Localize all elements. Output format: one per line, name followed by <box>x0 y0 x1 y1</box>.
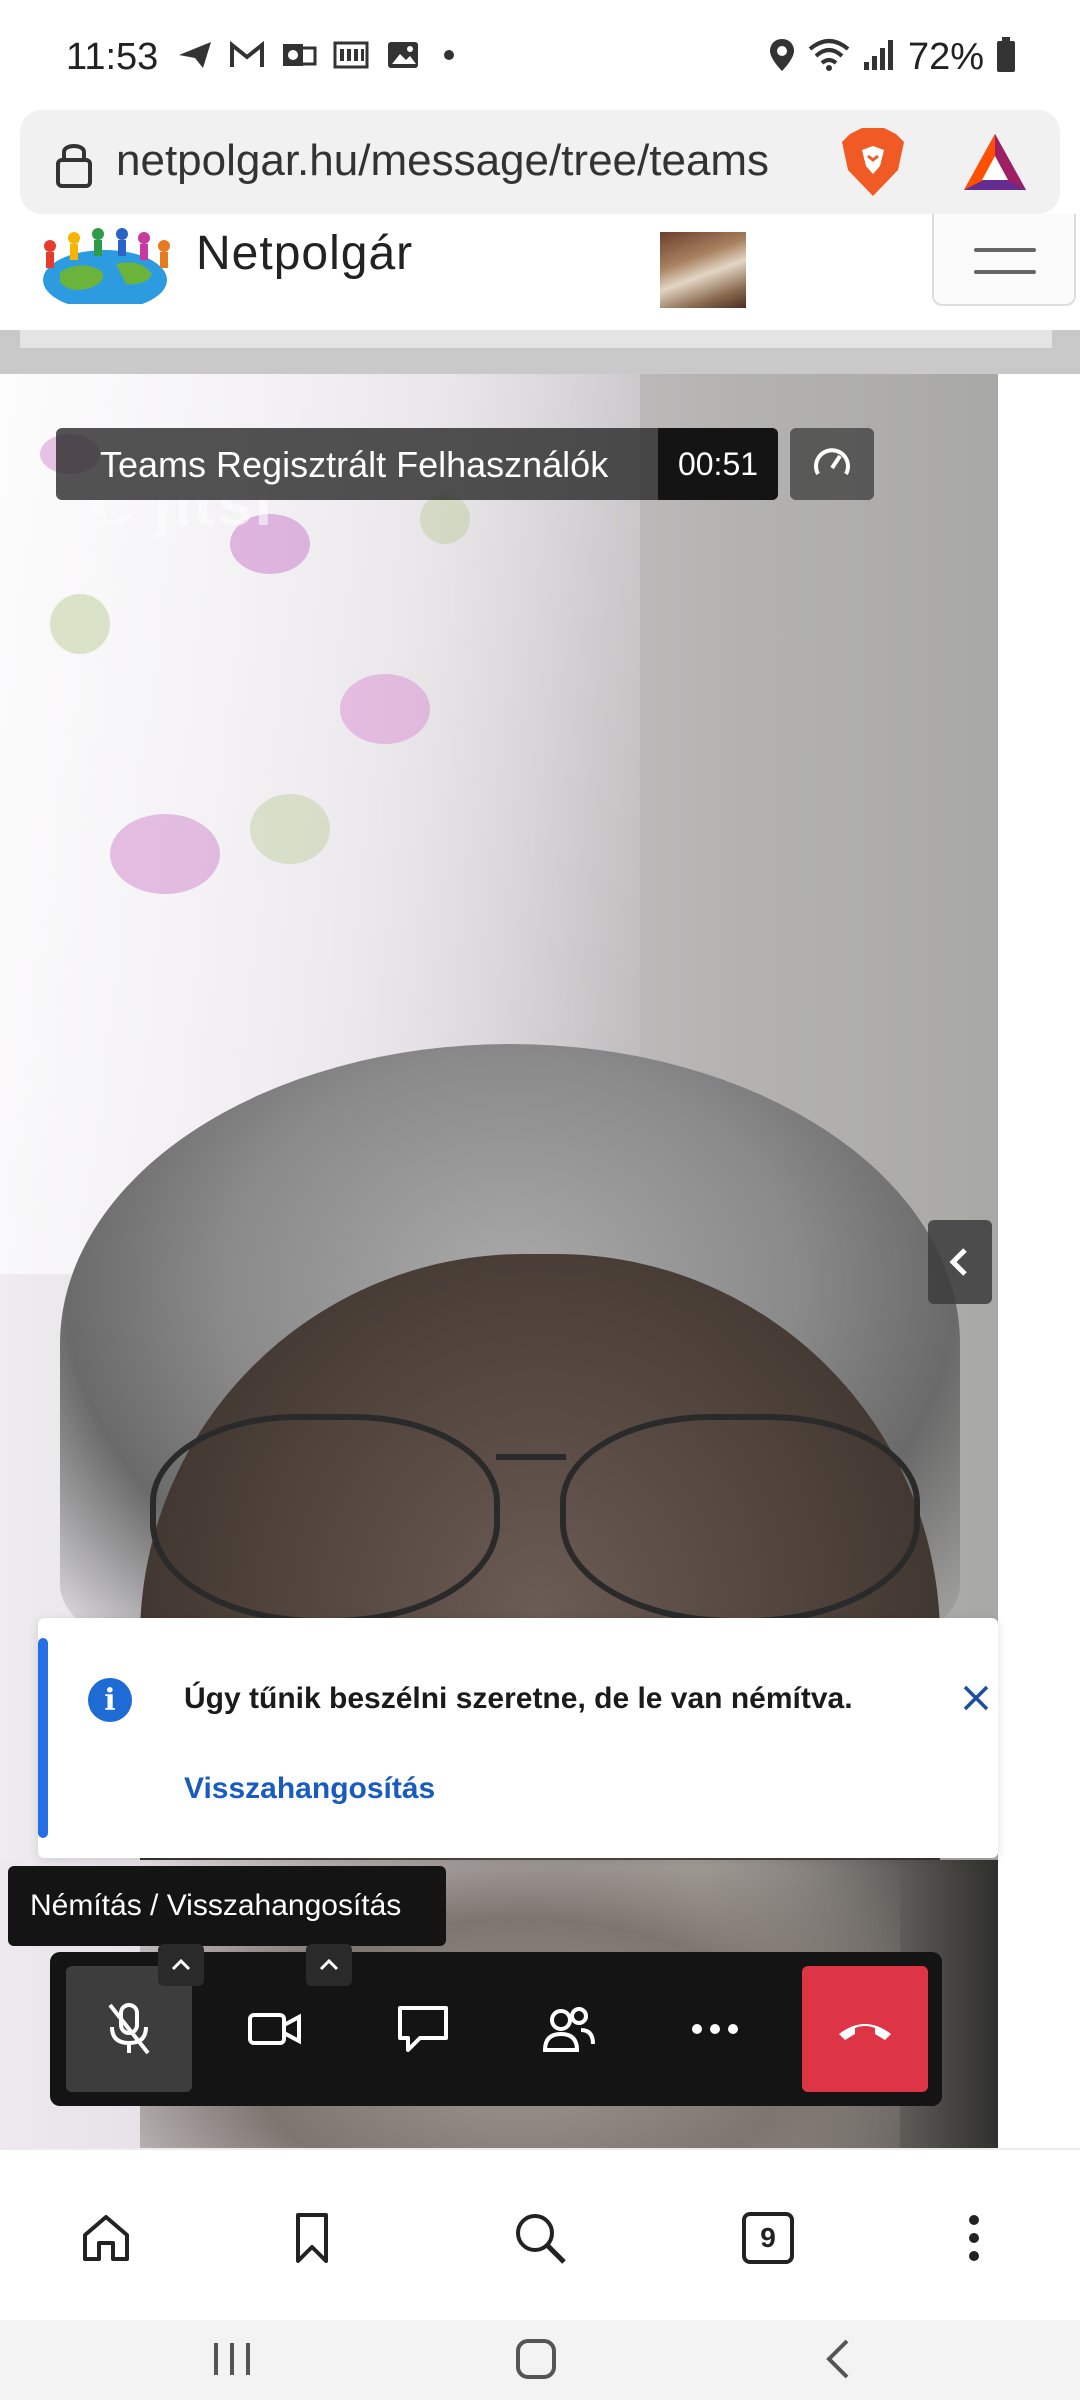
tabs-button[interactable]: 9 <box>738 2208 798 2268</box>
chat-button[interactable] <box>360 1966 486 2092</box>
location-icon <box>768 37 796 78</box>
home-nav-icon[interactable] <box>506 2334 566 2384</box>
calendar-icon <box>332 38 370 72</box>
chevron-left-icon <box>949 1248 967 1276</box>
chat-icon <box>398 2006 448 2052</box>
connection-quality-button[interactable] <box>790 428 874 500</box>
unmute-link[interactable]: Visszahangosítás <box>184 1772 435 1806</box>
status-bar: 11:53 72% <box>0 0 1080 110</box>
chevron-up-icon <box>319 1958 339 1971</box>
gallery-icon <box>384 38 422 72</box>
wifi-icon <box>808 37 850 78</box>
mute-tooltip: Némítás / Visszahangosítás <box>8 1866 446 1946</box>
video-options-button[interactable] <box>306 1944 352 1986</box>
curtain-leaf <box>50 594 110 654</box>
send-icon <box>176 38 214 72</box>
site-header: Netpolgár <box>0 214 1080 330</box>
notice-accent-bar <box>38 1638 48 1838</box>
meeting-title: Teams Regisztrált Felhasználók <box>100 444 609 485</box>
site-title[interactable]: Netpolgár <box>196 226 413 281</box>
battery-percent: 72% <box>907 36 984 78</box>
gmail-icon <box>228 38 266 72</box>
mic-muted-icon <box>108 2003 150 2055</box>
home-icon[interactable] <box>76 2208 136 2268</box>
meeting-timer: 00:51 <box>658 428 778 500</box>
bookmark-icon[interactable] <box>282 2208 342 2268</box>
screen: 11:53 72% netpolgar.hu/message/tree/team… <box>0 0 1080 2400</box>
participants-icon <box>542 2007 595 2052</box>
filmstrip-toggle-button[interactable] <box>928 1220 992 1304</box>
curtain-flower <box>340 674 430 744</box>
chevron-up-icon <box>171 1958 191 1971</box>
glasses-right <box>560 1414 920 1624</box>
more-notifications-dot <box>444 50 454 60</box>
menu-line <box>974 248 1036 252</box>
outlook-icon <box>280 38 318 72</box>
tooltip-text: Némítás / Visszahangosítás <box>30 1889 402 1922</box>
lock-icon <box>52 138 96 188</box>
meeting-title-bar: Teams Regisztrált Felhasználók 00:51 <box>56 428 778 500</box>
curtain-leaf <box>250 794 330 864</box>
muted-notification: i Úgy tűnik beszélni szeretne, de le van… <box>38 1618 998 1858</box>
participants-button[interactable] <box>506 1966 632 2092</box>
brave-lion-icon[interactable] <box>838 126 908 198</box>
meeting-toolbar <box>50 1944 942 2106</box>
battery-icon <box>996 37 1016 78</box>
hamburger-menu-button[interactable] <box>932 214 1076 306</box>
address-bar[interactable]: netpolgar.hu/message/tree/teams <box>20 110 1060 214</box>
bat-triangle-icon[interactable] <box>960 130 1030 196</box>
page-divider-inner <box>20 330 1052 348</box>
curtain-leaf <box>420 494 470 544</box>
menu-line <box>974 270 1036 274</box>
more-icon <box>692 2024 738 2034</box>
recents-icon[interactable] <box>202 2334 262 2384</box>
gauge-icon <box>814 448 850 475</box>
more-vert-icon[interactable] <box>944 2208 1004 2268</box>
close-icon[interactable] <box>956 1678 996 1718</box>
more-options-button[interactable] <box>652 1966 778 2092</box>
camera-icon <box>248 2013 301 2045</box>
system-icons: 72% <box>768 36 1016 79</box>
netpolgar-logo-icon[interactable] <box>30 224 180 310</box>
url-text[interactable]: netpolgar.hu/message/tree/teams <box>116 136 828 186</box>
glasses-left <box>150 1414 500 1624</box>
info-icon: i <box>88 1678 132 1722</box>
audio-options-button[interactable] <box>158 1944 204 1986</box>
signal-icon <box>862 38 896 77</box>
notification-icons <box>176 38 454 72</box>
android-nav-bar <box>0 2320 1080 2400</box>
hangup-icon <box>839 2024 891 2040</box>
user-avatar[interactable] <box>660 232 746 308</box>
browser-bottom-bar: 9 <box>0 2148 1080 2320</box>
curtain-flower <box>110 814 220 894</box>
notice-message: Úgy tűnik beszélni szeretne, de le van n… <box>184 1682 853 1715</box>
back-icon[interactable] <box>808 2334 868 2384</box>
tab-count: 9 <box>742 2212 794 2264</box>
search-icon[interactable] <box>510 2208 570 2268</box>
hangup-button[interactable] <box>802 1966 928 2092</box>
glasses-bridge <box>496 1454 566 1460</box>
status-time: 11:53 <box>66 36 159 78</box>
